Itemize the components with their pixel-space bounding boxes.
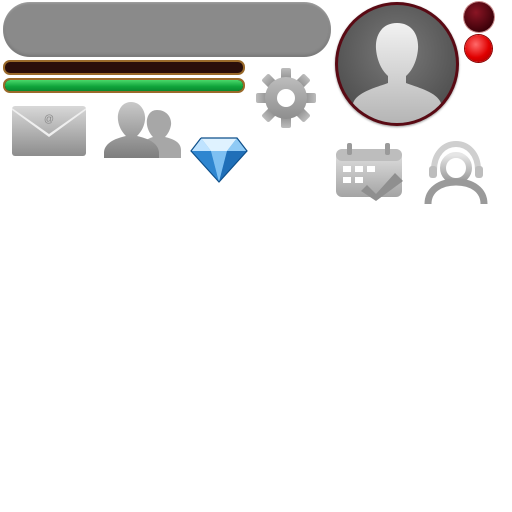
energy-bar-fill <box>5 80 243 91</box>
calendar-button[interactable] <box>333 141 409 203</box>
calendar-check-icon <box>336 143 403 201</box>
envelope-icon: @ <box>12 106 86 156</box>
settings-button[interactable] <box>255 67 317 129</box>
status-red-button[interactable] <box>465 35 492 62</box>
energy-bar <box>3 78 245 93</box>
friends-button[interactable] <box>101 100 183 160</box>
svg-text:@: @ <box>44 114 54 125</box>
mail-button[interactable]: @ <box>10 104 88 160</box>
gems-button[interactable] <box>189 135 249 185</box>
player-name <box>3 2 331 57</box>
avatar-portrait <box>338 5 456 123</box>
user-silhouette-icon <box>350 23 444 123</box>
status-dark-button[interactable] <box>464 2 494 32</box>
support-agent-icon <box>424 140 488 205</box>
player-name-panel[interactable] <box>3 2 331 57</box>
xp-bar <box>3 60 245 75</box>
support-button[interactable] <box>424 140 488 206</box>
gear-icon <box>256 68 316 128</box>
avatar[interactable] <box>335 2 459 126</box>
friends-icon <box>104 102 181 158</box>
diamond-icon <box>190 137 248 183</box>
